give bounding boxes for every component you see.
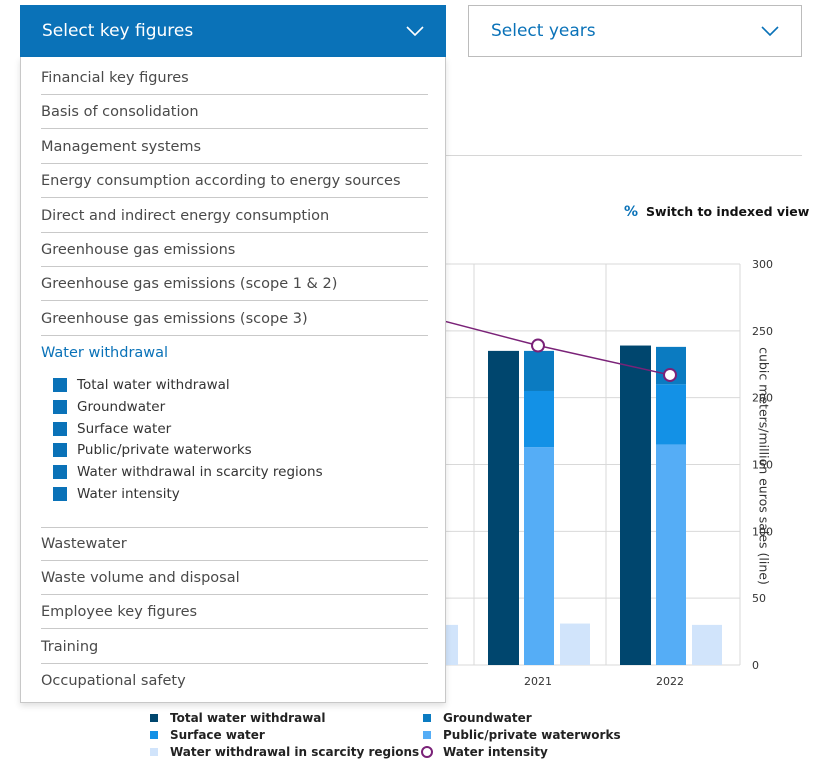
bar-public-private-waterworks — [524, 447, 554, 665]
x-tick-label: 2021 — [524, 675, 552, 688]
submenu-item-scarcity[interactable]: Water withdrawal in scarcity regions — [53, 462, 323, 482]
legend-item-scarcity[interactable]: Water withdrawal in scarcity regions — [150, 744, 419, 760]
menu-item-occupational-safety[interactable]: Occupational safety — [41, 664, 428, 698]
checkbox-icon — [53, 422, 67, 436]
x-tick-label: 2022 — [656, 675, 684, 688]
legend-item-groundwater[interactable]: Groundwater — [423, 710, 532, 726]
submenu-item-groundwater[interactable]: Groundwater — [53, 397, 165, 417]
checkbox-icon — [53, 443, 67, 457]
bar-total-water-withdrawal — [620, 345, 651, 665]
menu-item-consolidation[interactable]: Basis of consolidation — [41, 95, 428, 129]
checkbox-icon — [53, 465, 67, 479]
submenu-label: Water intensity — [77, 486, 180, 502]
select-years-dropdown[interactable]: Select years — [468, 5, 802, 57]
key-figures-menu: Financial key figures Basis of consolida… — [20, 57, 446, 703]
y-tick-label: 0 — [752, 659, 759, 672]
y-tick-label: 250 — [752, 325, 773, 338]
select-key-figures-label: Select key figures — [42, 21, 194, 41]
menu-item-energy-consumption[interactable]: Direct and indirect energy consumption — [41, 199, 428, 233]
checkbox-icon — [53, 400, 67, 414]
legend-swatch — [150, 731, 158, 739]
menu-item-waste[interactable]: Waste volume and disposal — [41, 561, 428, 595]
chevron-down-icon — [406, 26, 424, 36]
legend-label: Surface water — [170, 728, 265, 742]
intensity-point — [663, 367, 677, 382]
legend-swatch — [423, 731, 431, 739]
submenu-item-total[interactable]: Total water withdrawal — [53, 375, 230, 395]
switch-indexed-view-label: Switch to indexed view — [646, 204, 810, 219]
submenu-label: Public/private waterworks — [77, 442, 252, 458]
y-tick-label: 300 — [752, 258, 773, 271]
bar-water-withdrawal-scarcity — [560, 623, 590, 665]
menu-item-ghg-scope12[interactable]: Greenhouse gas emissions (scope 1 & 2) — [41, 267, 428, 301]
submenu-item-intensity[interactable]: Water intensity — [53, 484, 180, 504]
right-axis-title: cubic meters/million euros sales (line) — [756, 347, 772, 585]
legend-label: Public/private waterworks — [443, 728, 621, 742]
bar-public-private-waterworks — [656, 444, 686, 665]
submenu-label: Total water withdrawal — [77, 377, 230, 393]
bar-surface-water — [656, 384, 686, 445]
bar-total-water-withdrawal — [488, 350, 519, 665]
menu-item-employee[interactable]: Employee key figures — [41, 595, 428, 629]
submenu-item-surface[interactable]: Surface water — [53, 419, 171, 439]
chevron-down-icon — [761, 26, 779, 36]
legend-label: Groundwater — [443, 711, 532, 725]
menu-item-management[interactable]: Management systems — [41, 130, 428, 164]
bar-groundwater — [524, 350, 554, 391]
submenu-item-waterworks[interactable]: Public/private waterworks — [53, 440, 252, 460]
legend-item-intensity[interactable]: Water intensity — [421, 744, 548, 760]
legend-swatch — [150, 714, 158, 722]
legend-swatch — [423, 714, 431, 722]
menu-item-financial[interactable]: Financial key figures — [41, 61, 428, 95]
bar-surface-water — [524, 390, 554, 448]
menu-item-training[interactable]: Training — [41, 630, 428, 664]
legend-swatch — [150, 748, 158, 756]
intensity-point — [531, 338, 545, 353]
legend-item-surface[interactable]: Surface water — [150, 727, 265, 743]
menu-item-ghg-scope3[interactable]: Greenhouse gas emissions (scope 3) — [41, 302, 428, 336]
legend-item-waterworks[interactable]: Public/private waterworks — [423, 727, 621, 743]
y-tick-label: 50 — [752, 592, 766, 605]
checkbox-icon — [53, 378, 67, 392]
legend-label: Water withdrawal in scarcity regions — [170, 745, 420, 759]
select-key-figures-dropdown[interactable]: Select key figures — [20, 5, 446, 57]
bar-water-withdrawal-scarcity — [692, 624, 722, 665]
switch-indexed-view-link[interactable]: % Switch to indexed view — [624, 204, 809, 220]
menu-item-water-withdrawal[interactable]: Water withdrawal — [41, 336, 428, 370]
submenu-label: Water withdrawal in scarcity regions — [77, 464, 323, 480]
percent-icon: % — [624, 204, 639, 220]
menu-item-ghg[interactable]: Greenhouse gas emissions — [41, 233, 428, 267]
menu-item-wastewater[interactable]: Wastewater — [41, 527, 428, 561]
menu-item-energy-sources[interactable]: Energy consumption according to energy s… — [41, 164, 428, 198]
submenu-label: Groundwater — [77, 399, 166, 415]
checkbox-icon — [53, 487, 67, 501]
legend-label: Water intensity — [443, 745, 548, 759]
submenu-label: Surface water — [77, 421, 172, 437]
select-years-label: Select years — [491, 21, 596, 41]
legend-ring-marker — [421, 746, 433, 758]
legend-label: Total water withdrawal — [170, 711, 326, 725]
section-divider — [446, 155, 802, 156]
legend-item-total[interactable]: Total water withdrawal — [150, 710, 326, 726]
